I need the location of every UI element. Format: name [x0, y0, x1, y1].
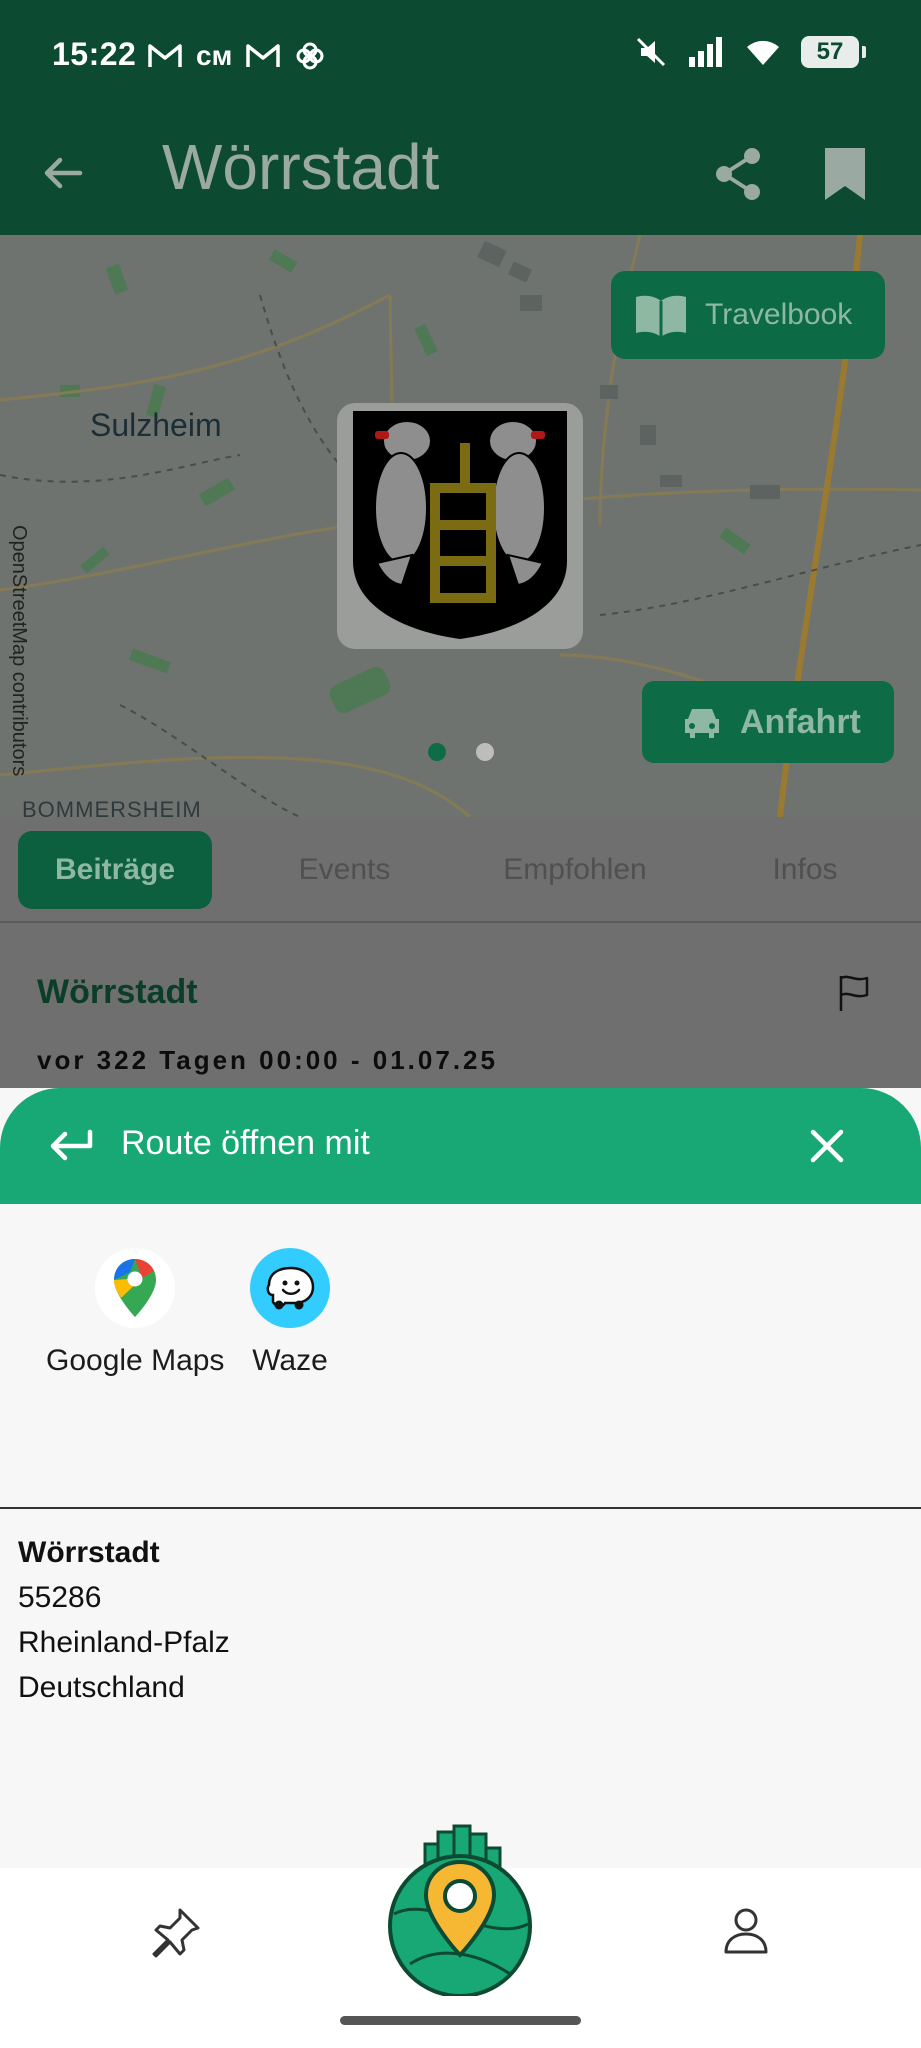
travelbook-button[interactable]: Travelbook [611, 271, 885, 359]
status-bar: 15:22 ᴄᴍ 57 [0, 0, 921, 110]
google-maps-option[interactable]: Google Maps [46, 1248, 224, 1378]
mute-icon [636, 37, 666, 67]
tab-infos[interactable]: Infos [735, 831, 875, 909]
car-icon [685, 709, 719, 738]
page-title: Wörrstadt [162, 131, 440, 203]
status-time: 15:22 [52, 36, 137, 72]
coat-of-arms [337, 403, 583, 649]
carousel-dot[interactable] [476, 743, 494, 761]
tab-empfohlen[interactable]: Empfohlen [470, 831, 680, 909]
arrow-left-icon[interactable] [38, 148, 88, 198]
close-icon[interactable] [805, 1124, 849, 1168]
notification-icons: ᴄᴍ [148, 40, 326, 72]
wifi-icon [747, 40, 779, 65]
route-app-list: Google Maps Waze [0, 1204, 921, 1509]
directions-label: Anfahrt [740, 702, 861, 741]
waze-option[interactable]: Waze [250, 1248, 330, 1378]
address-country: Deutschland [18, 1671, 185, 1704]
return-arrow-icon[interactable] [48, 1124, 94, 1166]
address-name: Wörrstadt [18, 1536, 160, 1569]
waze-label: Waze [252, 1344, 328, 1377]
map-attribution: OpenStreetMap contributors [8, 525, 30, 777]
app-home-logo-icon[interactable] [380, 1824, 540, 1996]
app-bar: Wörrstadt [0, 110, 921, 235]
map-place-label: Sulzheim [90, 407, 222, 443]
address-postal-code: 55286 [18, 1581, 102, 1614]
tab-beitraege[interactable]: Beiträge [18, 831, 212, 909]
share-icon[interactable] [712, 146, 764, 202]
user-icon[interactable] [722, 1906, 770, 1954]
system-icons: 57 [635, 36, 866, 68]
home-indicator[interactable] [340, 2016, 581, 2025]
content-tabs: Beiträge Events Empfohlen Infos [0, 817, 921, 923]
battery-indicator: 57 [801, 36, 866, 68]
map-place-label-2: BOMMERSHEIM [22, 797, 202, 817]
flag-icon[interactable] [836, 973, 872, 1013]
map-view[interactable]: OpenStreetMap contributors Sulzheim BOMM… [0, 235, 921, 817]
pin-icon[interactable] [150, 1906, 202, 1962]
gmail-icon [148, 44, 182, 67]
coat-of-arms-image [353, 411, 567, 639]
post-date: vor 322 Tagen 00:00 - 01.07.25 [37, 1045, 498, 1075]
address-block: Wörrstadt 55286 Rheinland-Pfalz Deutschl… [18, 1530, 230, 1710]
sheet-title: Route öffnen mit [121, 1124, 370, 1162]
carousel-dot-active[interactable] [428, 743, 446, 761]
carrier-icon: ᴄᴍ [196, 40, 233, 71]
tab-events[interactable]: Events [262, 831, 427, 909]
route-sheet-header: Route öffnen mit [0, 1088, 921, 1204]
open-book-icon [636, 295, 686, 337]
waze-icon [250, 1248, 330, 1328]
post-title: Wörrstadt [37, 973, 198, 1011]
directions-button[interactable]: Anfahrt [642, 681, 894, 763]
google-maps-icon [95, 1248, 176, 1328]
google-maps-label: Google Maps [46, 1344, 225, 1377]
bottom-navigation [0, 1824, 921, 2048]
post-card[interactable]: Wörrstadt vor 322 Tagen 00:00 - 01.07.25 [0, 923, 921, 1088]
carousel-indicator [428, 743, 494, 761]
address-region: Rheinland-Pfalz [18, 1626, 230, 1659]
signal-icon [689, 37, 722, 67]
travelbook-label: Travelbook [705, 298, 853, 331]
bookmark-icon[interactable] [820, 144, 870, 204]
gmail-icon [246, 44, 281, 67]
pinwheel-icon [296, 42, 324, 70]
